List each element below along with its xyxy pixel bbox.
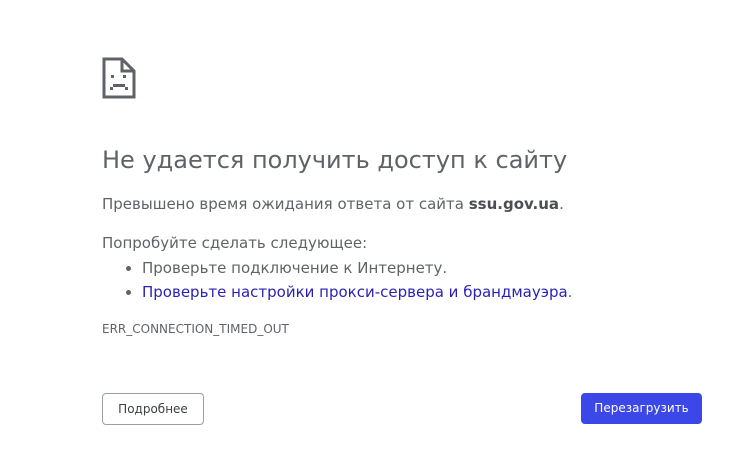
suggestion-period: . bbox=[567, 283, 573, 301]
error-page: Не удается получить доступ к сайту Превы… bbox=[0, 0, 756, 457]
details-button[interactable]: Подробнее bbox=[102, 393, 204, 425]
sad-page-icon bbox=[102, 57, 136, 99]
suggestion-item-proxy: Проверьте настройки прокси-сервера и бра… bbox=[142, 280, 572, 304]
summary-period: . bbox=[559, 195, 564, 213]
proxy-settings-link[interactable]: Проверьте настройки прокси-сервера и бра… bbox=[142, 283, 568, 301]
site-name: ssu.gov.ua bbox=[468, 195, 560, 213]
error-summary: Превышено время ожидания ответа от сайта… bbox=[102, 193, 564, 215]
suggestion-item-connection: Проверьте подключение к Интернету. bbox=[142, 256, 572, 280]
error-code: ERR_CONNECTION_TIMED_OUT bbox=[102, 322, 289, 336]
suggestions-list: Проверьте подключение к Интернету. Прове… bbox=[102, 256, 572, 304]
reload-button[interactable]: Перезагрузить bbox=[581, 393, 702, 424]
suggestions-heading: Попробуйте сделать следующее: bbox=[102, 234, 368, 252]
summary-text: Превышено время ожидания ответа от сайта bbox=[102, 195, 469, 213]
error-title: Не удается получить доступ к сайту bbox=[102, 146, 568, 174]
suggestion-text: Проверьте подключение к Интернету. bbox=[142, 259, 448, 277]
